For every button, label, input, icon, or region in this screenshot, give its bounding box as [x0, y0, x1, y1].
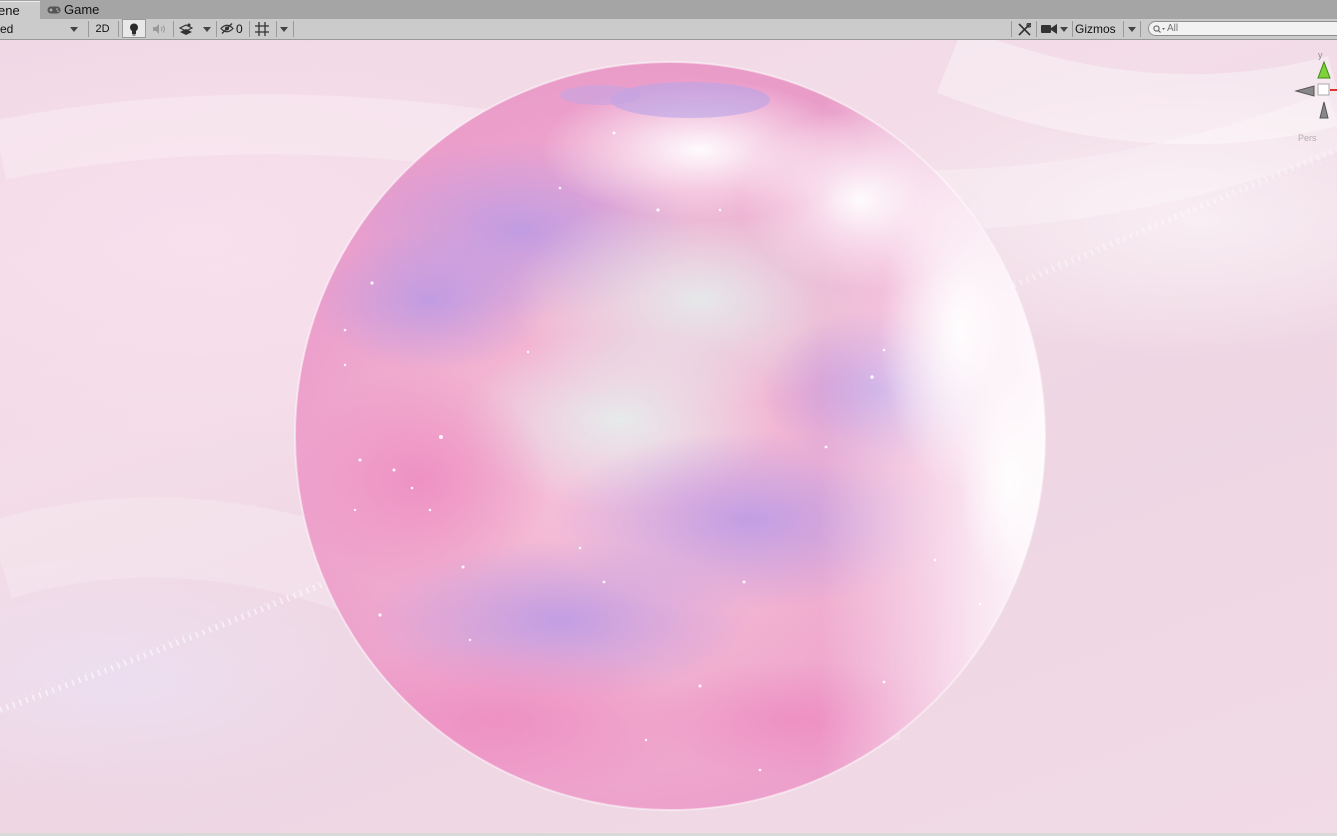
grid-dropdown[interactable] [252, 19, 292, 39]
gizmo-y-label: y [1318, 50, 1323, 60]
audio-icon [153, 24, 165, 34]
toolbar-divider [118, 21, 119, 37]
chevron-down-icon [70, 27, 78, 32]
gizmos-label: Gizmos [1075, 22, 1116, 36]
scene-visibility-button[interactable]: 0 [219, 19, 247, 39]
chevron-down-icon [1128, 27, 1136, 32]
effects-icon [179, 23, 193, 35]
editor-tab-bar: ene Game [0, 0, 1337, 20]
toolbar-divider [1036, 21, 1037, 37]
gamepad-icon [47, 6, 61, 14]
toolbar-divider [249, 21, 250, 37]
gizmos-dropdown[interactable] [1124, 19, 1140, 39]
toolbar-divider [1072, 21, 1073, 37]
toggle-2d-button[interactable]: 2D [91, 19, 114, 39]
hierarchy-search-field[interactable] [1148, 21, 1337, 36]
toolbar-divider [1011, 21, 1012, 37]
camera-dropdown[interactable] [1039, 19, 1071, 39]
toolbar-divider [216, 21, 217, 37]
shading-mode-dropdown[interactable]: ed [0, 19, 84, 39]
shading-mode-label: ed [0, 22, 14, 36]
camera-icon [1041, 24, 1057, 34]
lighting-toggle-button[interactable] [122, 19, 146, 38]
tab-game-label: Game [64, 2, 100, 17]
effects-dropdown[interactable] [176, 19, 214, 39]
gizmo-center-cube [1317, 83, 1330, 96]
scene-viewport[interactable]: y Pers [0, 40, 1337, 836]
gizmos-button[interactable]: Gizmos [1075, 19, 1123, 39]
scene-render [0, 40, 1337, 811]
audio-toggle-button[interactable] [148, 19, 172, 39]
chevron-down-icon [1060, 27, 1068, 32]
chevron-down-icon [203, 27, 211, 32]
eye-slash-icon [220, 23, 234, 34]
toolbar-divider [1140, 21, 1141, 37]
lightbulb-icon [130, 23, 138, 36]
chevron-down-icon [280, 27, 288, 32]
scene-toolbar: ed 2D 0 Gizmos All [0, 19, 1337, 40]
gizmo-perspective-label[interactable]: Pers [1298, 133, 1317, 143]
tools-button[interactable] [1014, 19, 1036, 39]
toggle-2d-label: 2D [95, 23, 110, 35]
tab-scene[interactable]: ene [0, 1, 40, 19]
search-icon [1153, 25, 1165, 33]
search-input[interactable] [1167, 22, 1335, 35]
tab-scene-label: ene [0, 3, 20, 18]
tab-game[interactable]: Game [46, 1, 99, 19]
grid-icon [255, 22, 269, 36]
toolbar-divider [173, 21, 174, 37]
toolbar-divider [293, 21, 294, 37]
toolbar-divider [88, 21, 89, 37]
hidden-count: 0 [236, 22, 243, 36]
toolbar-divider [276, 21, 277, 37]
tools-icon [1018, 23, 1031, 36]
